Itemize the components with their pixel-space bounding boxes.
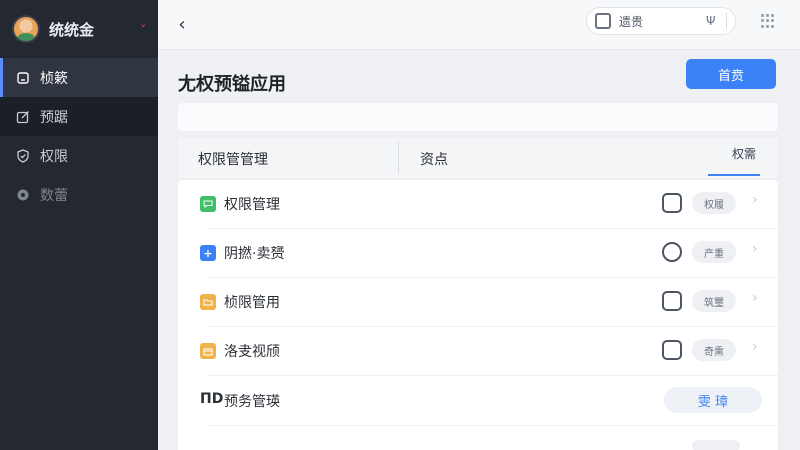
- sidebar-item-1[interactable]: 桢簌: [0, 58, 158, 97]
- list-item-label: 洛叏视颀: [224, 344, 280, 360]
- chevron-right-icon[interactable]: ›: [752, 339, 758, 355]
- sidebar-item-label: 权限: [40, 148, 68, 165]
- checkbox-icon[interactable]: [662, 193, 682, 213]
- chevron-right-icon[interactable]: ›: [752, 241, 758, 257]
- sidebar: 统统金 ˅ 桢簌 预踞 权限 数蕾: [0, 0, 158, 450]
- list-item[interactable]: 洛叏视颀 奇熏 ›: [178, 327, 778, 376]
- sidebar-item-label: 桢簌: [40, 70, 68, 87]
- user-name: 统统金: [49, 20, 95, 39]
- list-item[interactable]: 桢限管用 筑璽 ›: [178, 278, 778, 327]
- page-title: 尢权预镒应用: [178, 74, 286, 95]
- status-badge: 筑璽: [692, 290, 736, 312]
- sidebar-item-2[interactable]: 预踞: [0, 97, 158, 136]
- radio-icon[interactable]: [662, 242, 682, 262]
- chart-icon[interactable]: [595, 13, 611, 29]
- mic-icon[interactable]: Ψ: [706, 14, 715, 28]
- divider: [726, 13, 727, 29]
- list-item-label: 桢限管用: [224, 295, 280, 311]
- checkbox-icon[interactable]: [662, 291, 682, 311]
- calendar-icon: [200, 343, 216, 359]
- gear-icon: [16, 188, 30, 202]
- user-header[interactable]: 统统金 ˅: [0, 0, 158, 58]
- action-button[interactable]: 雯 璋: [664, 387, 762, 413]
- sidebar-item-label: 预踞: [40, 109, 68, 126]
- tab-underline: [708, 174, 760, 176]
- tab-permission-management[interactable]: 权限管管理: [198, 149, 268, 169]
- pill-label[interactable]: 遗贵: [619, 13, 712, 30]
- chat-icon: [200, 196, 216, 212]
- tab-resources[interactable]: 资点: [420, 149, 448, 169]
- apps-grid-icon[interactable]: [761, 14, 775, 28]
- list-item[interactable]: 权限管理 权履 ›: [178, 180, 778, 229]
- folder-icon: [200, 294, 216, 310]
- sidebar-item-3[interactable]: 权限: [0, 136, 158, 175]
- status-badge: 权履: [692, 192, 736, 214]
- shield-icon: [16, 148, 30, 163]
- chevron-down-icon[interactable]: ˅: [141, 23, 147, 36]
- primary-button[interactable]: 首贲: [686, 59, 776, 89]
- list-item[interactable]: [178, 432, 778, 450]
- sidebar-item-4[interactable]: 数蕾: [0, 175, 158, 214]
- list-item-label: 权限管理: [224, 197, 280, 213]
- chevron-right-icon[interactable]: ›: [752, 192, 758, 208]
- list-item[interactable]: ΠD 预务管瑛 雯 璋: [178, 377, 778, 426]
- checkbox-icon[interactable]: [662, 340, 682, 360]
- status-badge: 产重: [692, 241, 736, 263]
- list-item-label: 预务管瑛: [224, 394, 280, 410]
- edit-icon: [16, 110, 30, 124]
- avatar[interactable]: [12, 15, 40, 43]
- chevron-right-icon[interactable]: ›: [752, 290, 758, 306]
- tab-bar: 权限管管理 资点 权需: [178, 138, 778, 178]
- row-divider: [208, 425, 778, 426]
- filter-bar[interactable]: [178, 103, 778, 131]
- list-item-prefix: ΠD: [200, 391, 224, 407]
- plus-icon: +: [200, 245, 216, 261]
- row-divider: [208, 375, 778, 376]
- app-list: 权限管理 权履 › + 阴撚·卖赟 产重 › 桢限管用 筑璽 › 洛叏视颀 奇熏…: [178, 180, 778, 450]
- sidebar-item-label: 数蕾: [40, 187, 68, 204]
- divider: [398, 142, 399, 174]
- list-item[interactable]: + 阴撚·卖赟 产重 ›: [178, 229, 778, 278]
- back-icon[interactable]: ‹: [172, 14, 192, 36]
- home-icon: [16, 71, 30, 85]
- status-badge: 奇熏: [692, 339, 736, 361]
- status-badge: [692, 440, 740, 450]
- tab-active[interactable]: 权需: [732, 145, 756, 162]
- list-item-label: 阴撚·卖赟: [224, 246, 285, 262]
- top-bar: ‹ 遗贵 Ψ: [158, 0, 800, 50]
